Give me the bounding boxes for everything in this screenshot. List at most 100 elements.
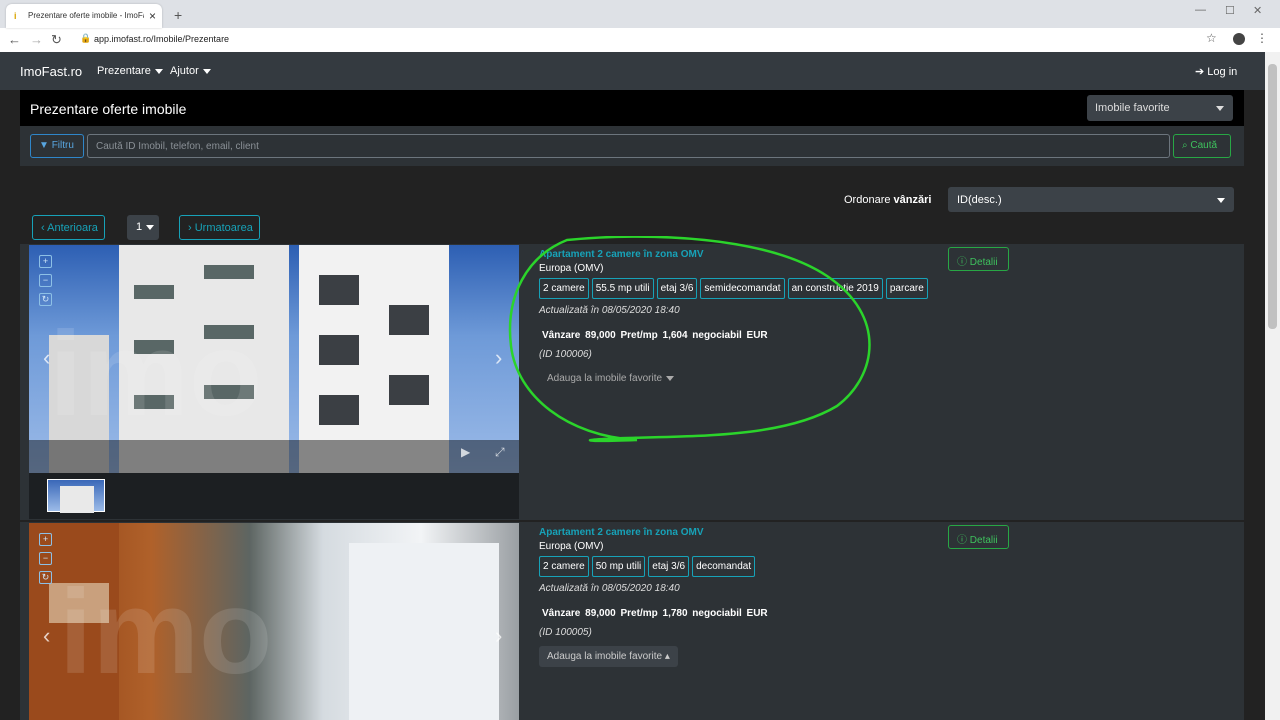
- photo-next-icon[interactable]: ›: [495, 345, 502, 371]
- fullscreen-icon[interactable]: ⤢: [495, 445, 505, 460]
- listing-id: (ID 100006): [539, 349, 592, 360]
- menu-prezentare[interactable]: Prezentare: [97, 65, 163, 77]
- tag-badge: 50 mp utili: [591, 556, 646, 577]
- prev-page-button[interactable]: ‹ Anterioara: [32, 215, 105, 240]
- close-window-icon[interactable]: ✕: [1253, 4, 1262, 17]
- brand-logo[interactable]: ImoFast.ro: [20, 64, 82, 79]
- listing-updated: Actualizată în 08/05/2020 18:40: [539, 305, 680, 316]
- add-favorite-label: Adauga la imobile favorite: [547, 373, 663, 384]
- menu-prezentare-label: Prezentare: [97, 65, 151, 77]
- scrollbar-thumb[interactable]: [1268, 64, 1277, 329]
- thumbnail-strip: [29, 473, 519, 519]
- address-bar[interactable]: 🔒 app.imofast.ro/Imobile/Prezentare: [72, 29, 1222, 49]
- listing-tags: 2 camere 50 mp utili etaj 3/6 decomandat: [539, 556, 939, 581]
- thumbnail-image[interactable]: [47, 479, 105, 513]
- prev-page-label: Anterioara: [47, 222, 98, 234]
- new-tab-button[interactable]: +: [174, 7, 182, 23]
- listing-id: (ID 100005): [539, 627, 592, 638]
- chevron-left-icon: ‹: [41, 222, 45, 234]
- zoom-out-icon[interactable]: −: [39, 274, 52, 287]
- listing-title[interactable]: Apartament 2 camere în zona OMV: [539, 527, 939, 538]
- profile-avatar-icon[interactable]: [1233, 33, 1245, 45]
- search-input[interactable]: [87, 134, 1170, 158]
- close-tab-icon[interactable]: ×: [149, 9, 156, 23]
- listing-price: Vânzare 89,000 Pret/mp 1,604 negociabil …: [542, 330, 768, 341]
- info-icon: ⓘ: [957, 257, 967, 268]
- info-icon: ⓘ: [957, 535, 967, 546]
- tag-badge: parcare: [885, 278, 928, 299]
- browser-menu-icon[interactable]: ⋮: [1256, 31, 1268, 45]
- tag-badge: etaj 3/6: [656, 278, 698, 299]
- back-icon[interactable]: ←: [8, 32, 21, 47]
- listing-title[interactable]: Apartament 2 camere în zona OMV: [539, 249, 939, 260]
- listing-tags: 2 camere 55.5 mp utili etaj 3/6 semideco…: [539, 278, 939, 303]
- login-link[interactable]: ➔ Log in: [1195, 65, 1237, 78]
- add-favorite-button[interactable]: Adauga la imobile favorite: [539, 368, 682, 389]
- caret-down-icon: [154, 68, 163, 74]
- filter-button[interactable]: ▼ Filtru: [30, 134, 84, 158]
- listing-photo[interactable]: imo + − ↻ ‹ › ▶ ⤢: [29, 245, 519, 473]
- listing-updated: Actualizată în 08/05/2020 18:40: [539, 583, 680, 594]
- photo-prev-icon[interactable]: ‹: [43, 623, 50, 649]
- filter-label: Filtru: [51, 140, 74, 151]
- page-title: Prezentare oferte imobile: [30, 101, 187, 117]
- details-button[interactable]: ⓘ Detalii: [948, 525, 1009, 549]
- caret-down-icon: [202, 68, 211, 74]
- tag-badge: an constructie 2019: [787, 278, 883, 299]
- details-label: Detalii: [969, 535, 998, 546]
- photo-next-icon[interactable]: ›: [495, 623, 502, 649]
- menu-ajutor[interactable]: Ajutor: [170, 65, 211, 77]
- forward-icon[interactable]: →: [30, 32, 43, 47]
- caret-down-icon: [1217, 198, 1225, 203]
- photo-prev-icon[interactable]: ‹: [43, 345, 50, 371]
- tag-badge: 2 camere: [539, 556, 589, 577]
- page-header: Prezentare oferte imobile Imobile favori…: [20, 90, 1244, 126]
- browser-tab[interactable]: i Prezentare oferte imobile - ImoFast.ro…: [6, 4, 162, 28]
- bookmark-star-icon[interactable]: ☆: [1206, 31, 1217, 45]
- page-select[interactable]: 1: [127, 215, 159, 240]
- play-icon[interactable]: ▶: [461, 445, 470, 459]
- browser-chrome: i Prezentare oferte imobile - ImoFast.ro…: [0, 0, 1280, 52]
- zoom-in-icon[interactable]: +: [39, 533, 52, 546]
- next-page-label: Urmatoarea: [194, 222, 253, 234]
- next-page-button[interactable]: › Urmatoarea: [179, 215, 260, 240]
- details-label: Detalii: [969, 257, 998, 268]
- listing-photo[interactable]: imo + − ↻ ‹ ›: [29, 523, 519, 720]
- tag-badge: 2 camere: [539, 278, 589, 299]
- page-scrollbar[interactable]: [1265, 52, 1280, 720]
- search-icon: ⌕: [1182, 140, 1188, 151]
- tab-strip: [0, 0, 1280, 28]
- top-navbar: ImoFast.ro Prezentare Ajutor ➔ Log in: [0, 52, 1265, 90]
- watermark-text: imo: [59, 565, 273, 699]
- filter-icon: ▼: [39, 140, 49, 151]
- search-button[interactable]: ⌕ Caută: [1173, 134, 1231, 158]
- lock-icon: 🔒: [80, 33, 92, 43]
- add-favorite-button[interactable]: Adauga la imobile favorite ▴: [539, 646, 678, 667]
- search-bar: ▼ Filtru ⌕ Caută: [20, 126, 1244, 166]
- chevron-right-icon: ›: [188, 222, 192, 234]
- rotate-icon[interactable]: ↻: [39, 293, 52, 306]
- add-favorite-label: Adauga la imobile favorite: [547, 651, 663, 662]
- tag-badge: etaj 3/6: [648, 556, 690, 577]
- listing-location: Europa (OMV): [539, 541, 604, 552]
- maximize-icon[interactable]: ☐: [1225, 4, 1235, 17]
- details-button[interactable]: ⓘ Detalii: [948, 247, 1009, 271]
- zoom-out-icon[interactable]: −: [39, 552, 52, 565]
- tag-badge: semidecomandat: [700, 278, 785, 299]
- favorites-dropdown-label: Imobile favorite: [1095, 102, 1170, 114]
- listing-info: Apartament 2 camere în zona OMV Europa (…: [539, 249, 939, 389]
- zoom-in-icon[interactable]: +: [39, 255, 52, 268]
- tag-badge: decomandat: [692, 556, 756, 577]
- reload-icon[interactable]: ↻: [51, 32, 62, 48]
- listing-card: imo + − ↻ ‹ › Apartament 2 camere în zon…: [20, 522, 1244, 720]
- rotate-icon[interactable]: ↻: [39, 571, 52, 584]
- watermark-text: imo: [49, 307, 263, 441]
- minimize-icon[interactable]: —: [1195, 4, 1206, 16]
- menu-ajutor-label: Ajutor: [170, 65, 199, 77]
- favorites-dropdown[interactable]: Imobile favorite: [1087, 95, 1233, 121]
- sort-value: ID(desc.): [957, 194, 1002, 206]
- caret-up-icon: ▴: [662, 651, 670, 662]
- sort-dropdown[interactable]: ID(desc.): [948, 187, 1234, 212]
- listing-info: Apartament 2 camere în zona OMV Europa (…: [539, 527, 939, 667]
- listing-card: imo + − ↻ ‹ › ▶ ⤢ Apartament 2 camere în…: [20, 244, 1244, 520]
